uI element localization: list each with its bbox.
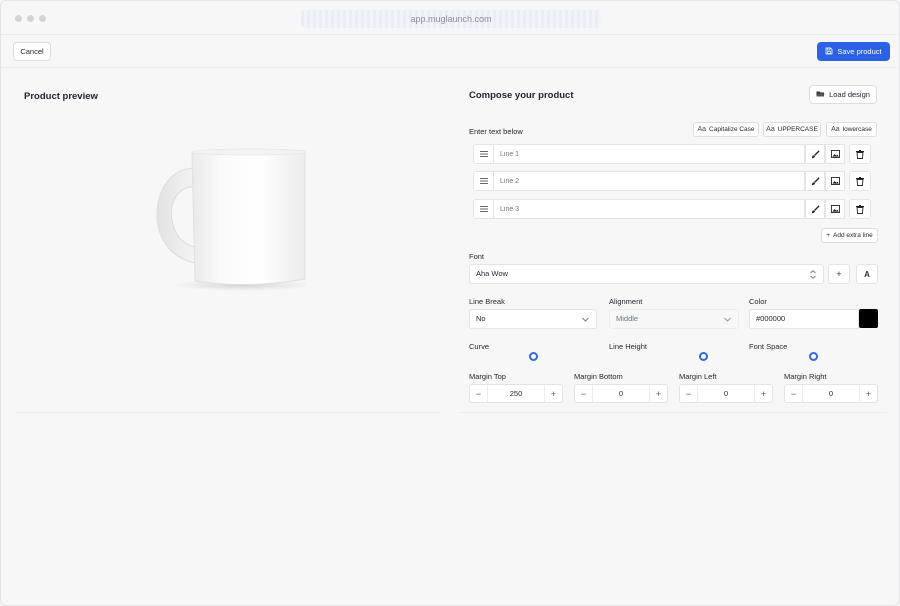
compose-panel: Compose your product Load design Enter t…: [459, 75, 887, 413]
plus-icon[interactable]: +: [649, 385, 667, 402]
chevron-down-icon: [724, 310, 731, 328]
drag-handle-icon[interactable]: [473, 199, 493, 219]
line-1-input[interactable]: [493, 144, 805, 164]
trash-icon[interactable]: [849, 199, 871, 219]
cancel-button[interactable]: Cancel: [13, 42, 51, 61]
image-icon[interactable]: [825, 199, 845, 219]
font-label: Font: [469, 252, 485, 261]
brush-icon[interactable]: [805, 199, 825, 219]
text-line-row-2: [473, 171, 877, 191]
margin-right-value[interactable]: 0: [803, 385, 859, 402]
editor-topbar: Cancel Save product: [1, 36, 899, 68]
window-minimize-dot[interactable]: [27, 15, 34, 22]
margin-right-stepper: − 0 +: [784, 384, 878, 403]
margin-bottom-stepper: − 0 +: [574, 384, 668, 403]
line-height-label: Line Height: [609, 342, 647, 351]
folder-open-icon: [816, 90, 825, 100]
font-select-value: Aha Wow: [476, 269, 508, 278]
color-hex-value: #000000: [756, 314, 786, 323]
margin-left-stepper: − 0 +: [679, 384, 773, 403]
uppercase-label: UPPERCASE: [777, 126, 818, 133]
margin-bottom-value[interactable]: 0: [593, 385, 649, 402]
margin-left-value[interactable]: 0: [698, 385, 754, 402]
load-design-label: Load design: [829, 90, 870, 99]
save-product-button[interactable]: Save product: [817, 42, 890, 61]
color-hex-input[interactable]: #000000: [749, 309, 859, 329]
line-2-input[interactable]: [493, 171, 805, 191]
chevron-down-icon: [582, 310, 589, 328]
margin-right-label: Margin Right: [784, 372, 827, 381]
cancel-button-label: Cancel: [20, 47, 44, 56]
alignment-value: Middle: [616, 314, 639, 323]
curve-label: Curve: [469, 342, 490, 351]
brush-icon[interactable]: [805, 171, 825, 191]
capitalize-case-button[interactable]: Aa Capitalize Case: [693, 122, 759, 137]
font-glyph-icon: A: [864, 269, 870, 279]
window-close-dot[interactable]: [15, 15, 22, 22]
lowercase-button[interactable]: Aa lowercase: [826, 122, 877, 137]
margin-top-label: Margin Top: [469, 372, 506, 381]
color-swatch[interactable]: [859, 309, 878, 328]
text-line-row-3: [473, 199, 877, 219]
preview-title: Product preview: [24, 91, 98, 102]
color-label: Color: [749, 297, 767, 306]
alignment-label: Alignment: [609, 297, 643, 306]
font-select[interactable]: Aha Wow: [469, 264, 824, 284]
line-height-slider-knob[interactable]: [699, 352, 708, 361]
drag-handle-icon[interactable]: [473, 144, 493, 164]
minus-icon[interactable]: −: [470, 385, 488, 402]
text-case-icon: Aa: [697, 126, 707, 133]
add-font-button[interactable]: +: [828, 264, 850, 284]
plus-icon: +: [826, 232, 831, 239]
mug-image: [141, 147, 313, 293]
plus-icon: +: [836, 269, 842, 279]
load-design-button[interactable]: Load design: [809, 85, 877, 104]
plus-icon[interactable]: +: [859, 385, 877, 402]
minus-icon[interactable]: −: [575, 385, 593, 402]
text-case-icon: Aa: [831, 126, 840, 133]
save-icon: [825, 47, 833, 57]
font-space-label: Font Space: [749, 342, 788, 351]
margin-top-value[interactable]: 250: [488, 385, 544, 402]
lowercase-label: lowercase: [842, 126, 872, 133]
trash-icon[interactable]: [849, 144, 871, 164]
curve-slider-knob[interactable]: [529, 352, 538, 361]
image-icon[interactable]: [825, 171, 845, 191]
add-extra-line-label: Add extra line: [833, 232, 873, 239]
font-style-button[interactable]: A: [856, 264, 878, 284]
line-break-select[interactable]: No: [469, 309, 597, 329]
minus-icon[interactable]: −: [680, 385, 698, 402]
minus-icon[interactable]: −: [785, 385, 803, 402]
image-icon[interactable]: [825, 144, 845, 164]
capitalize-case-label: Capitalize Case: [709, 126, 755, 133]
app-window: app.muglaunch.com Cancel Save product Pr…: [0, 0, 900, 606]
margin-bottom-label: Margin Bottom: [574, 372, 623, 381]
line-break-value: No: [476, 314, 486, 323]
font-space-slider-knob[interactable]: [809, 352, 818, 361]
drag-handle-icon[interactable]: [473, 171, 493, 191]
uppercase-button[interactable]: Aa UPPERCASE: [763, 122, 821, 137]
margin-left-label: Margin Left: [679, 372, 717, 381]
window-zoom-dot[interactable]: [39, 15, 46, 22]
alignment-select[interactable]: Middle: [609, 309, 739, 329]
text-case-icon: Aa: [766, 126, 775, 133]
enter-text-label: Enter text below: [469, 127, 523, 136]
margin-top-stepper: − 250 +: [469, 384, 563, 403]
save-product-label: Save product: [837, 47, 882, 56]
chevron-updown-icon: [810, 265, 816, 283]
line-break-label: Line Break: [469, 297, 505, 306]
text-line-row-1: [473, 144, 877, 164]
address-bar[interactable]: app.muglaunch.com: [301, 10, 601, 28]
browser-titlebar: app.muglaunch.com: [1, 1, 899, 35]
compose-title: Compose your product: [469, 90, 574, 101]
plus-icon[interactable]: +: [544, 385, 562, 402]
line-3-input[interactable]: [493, 199, 805, 219]
add-extra-line-button[interactable]: + Add extra line: [821, 228, 878, 243]
address-url: app.muglaunch.com: [410, 14, 492, 24]
plus-icon[interactable]: +: [754, 385, 772, 402]
trash-icon[interactable]: [849, 171, 871, 191]
brush-icon[interactable]: [805, 144, 825, 164]
